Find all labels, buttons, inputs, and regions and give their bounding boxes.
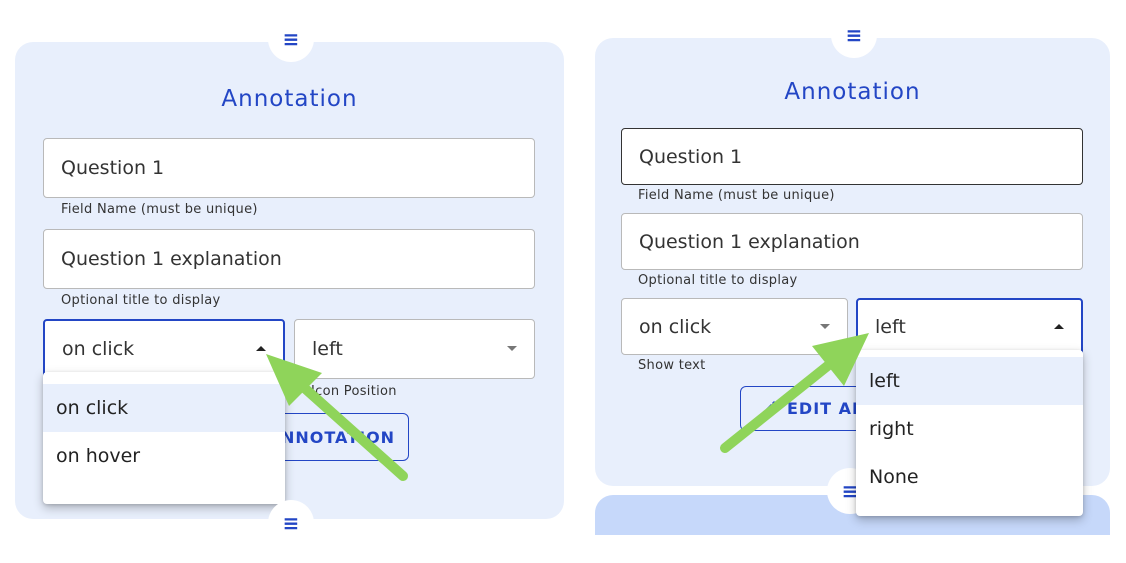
show-text-select[interactable]: on click [43,319,285,379]
button-label: EDIT AN [787,399,867,418]
field-name-helper: Field Name (must be unique) [638,188,835,203]
show-text-select[interactable]: on click [621,298,848,355]
drag-handle-icon[interactable]: ≡ [831,12,877,58]
icon-position-value: left [875,315,906,338]
pencil-icon [762,400,777,416]
icon-position-value: left [312,338,343,360]
menu-item-none[interactable]: None [856,453,1083,501]
title-helper: Optional title to display [638,273,798,288]
menu-item-on-hover[interactable]: on hover [43,432,285,480]
title-value: Question 1 explanation [61,248,282,270]
title-value: Question 1 explanation [639,230,860,253]
field-name-input[interactable]: Question 1 [43,138,535,198]
show-text-helper: Show text [638,358,706,373]
caret-down-icon [507,346,517,351]
caret-up-icon [1054,323,1064,329]
show-text-menu: on click on hover [43,372,285,504]
show-text-value: on click [639,315,712,338]
button-label: NNOTATION [281,427,396,447]
icon-position-helper: Icon Position [311,384,397,399]
title-input[interactable]: Question 1 explanation [621,213,1083,270]
field-name-helper: Field Name (must be unique) [61,202,258,217]
field-name-input[interactable]: Question 1 [621,128,1083,185]
drag-handle-icon[interactable]: ≡ [268,16,314,62]
field-name-value: Question 1 [61,157,165,179]
menu-item-right[interactable]: right [856,405,1083,453]
title-input[interactable]: Question 1 explanation [43,229,535,289]
menu-item-on-click[interactable]: on click [43,384,285,432]
caret-up-icon [256,346,266,351]
drag-handle-icon[interactable]: ≡ [268,500,314,546]
icon-position-menu: left right None [856,350,1083,516]
show-text-value: on click [62,338,135,360]
caret-down-icon [820,323,830,329]
icon-position-select[interactable]: left [856,298,1083,355]
title-helper: Optional title to display [61,293,221,308]
icon-position-select[interactable]: left [294,319,535,379]
field-name-value: Question 1 [639,145,743,168]
panel-title: Annotation [221,86,358,112]
menu-item-left[interactable]: left [856,357,1083,405]
edit-annotation-button[interactable]: EDIT AN [740,386,870,431]
panel-title: Annotation [784,79,921,105]
